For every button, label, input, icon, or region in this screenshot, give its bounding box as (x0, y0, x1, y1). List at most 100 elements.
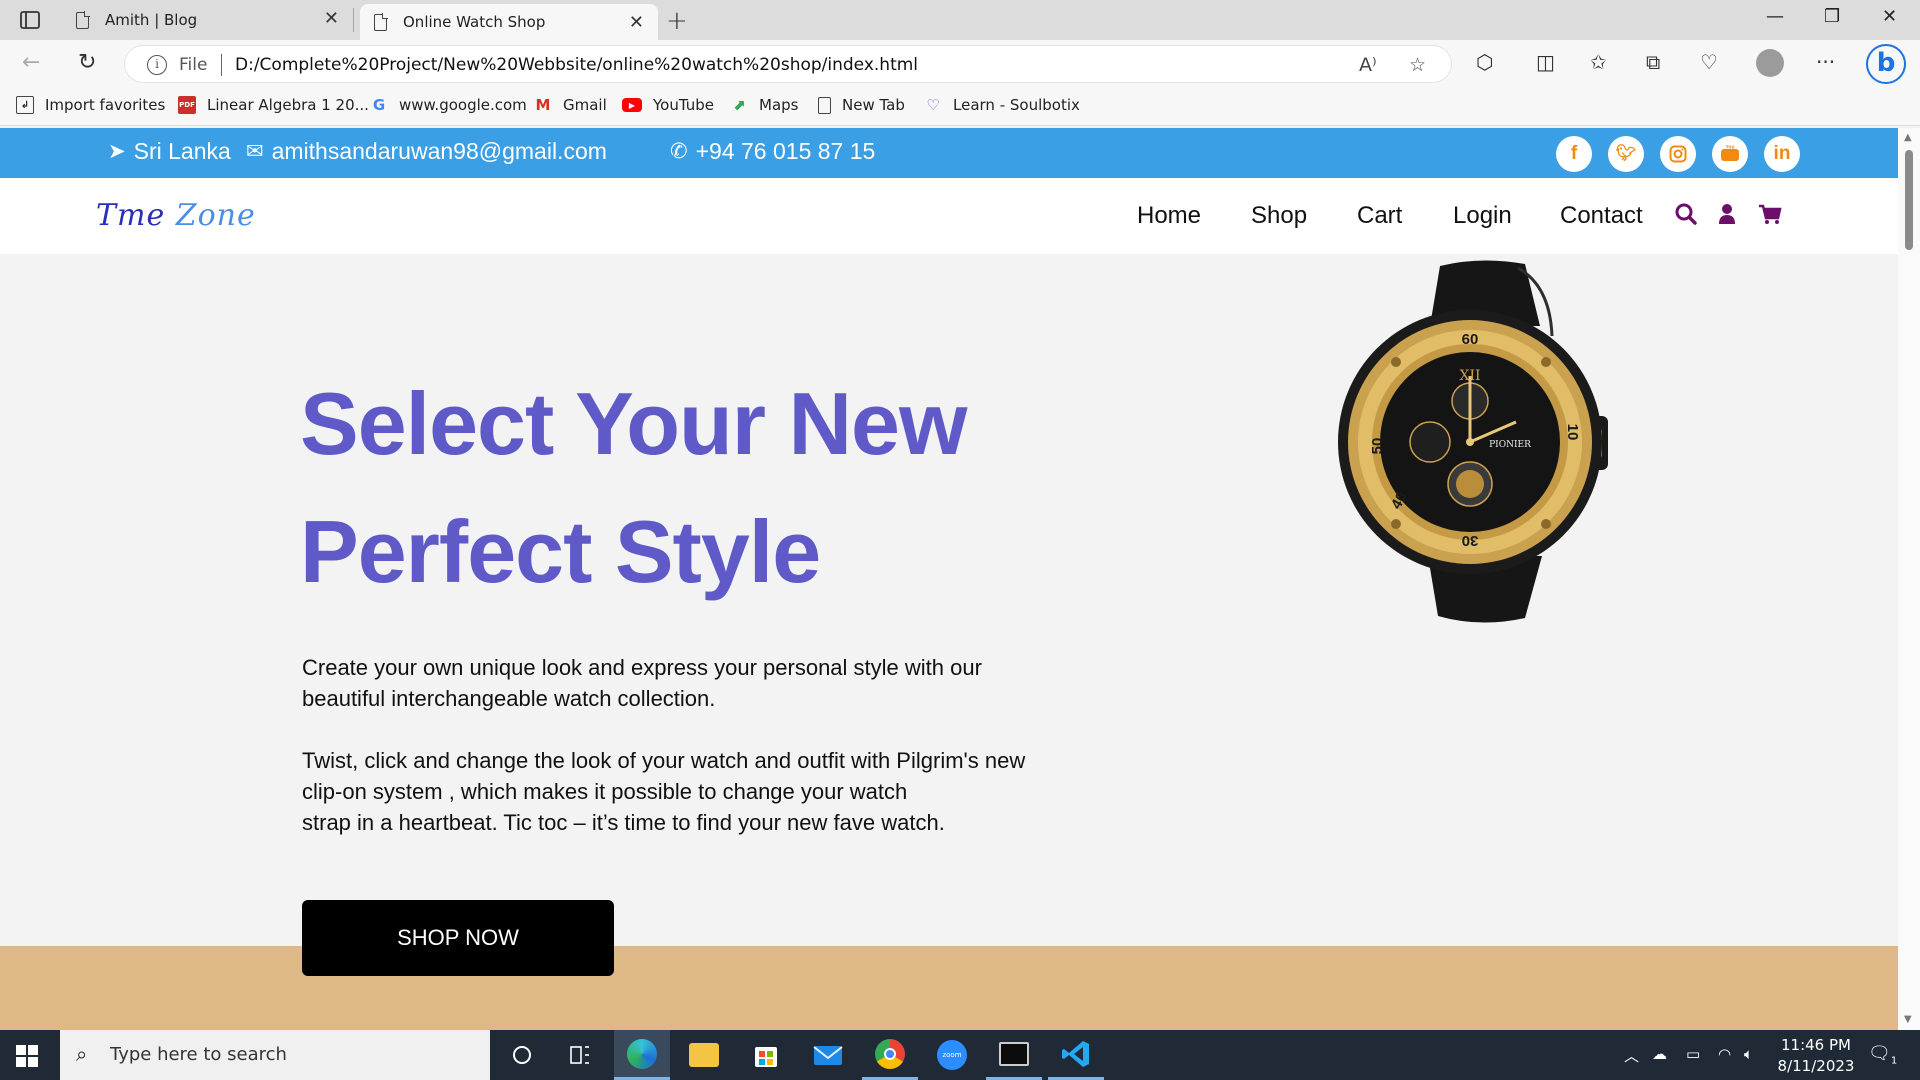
notification-count: 1 (1890, 1055, 1898, 1067)
collections-icon[interactable]: ⧉ (1646, 50, 1660, 74)
watch-numeral-60: 60 (1462, 331, 1479, 348)
clock-date: 8/11/2023 (1777, 1057, 1855, 1075)
edge-taskbar-icon[interactable] (614, 1030, 670, 1080)
shop-now-button[interactable]: SHOP NOW (302, 900, 614, 976)
bookmark-youtube[interactable]: ▶ YouTube (622, 96, 714, 114)
favorite-star-icon[interactable]: ☆ (1409, 54, 1426, 76)
taskbar-clock[interactable]: 11:46 PM 8/11/2023 (1768, 1035, 1864, 1077)
bookmark-new-tab[interactable]: New Tab (818, 96, 905, 114)
file-explorer-icon[interactable] (676, 1030, 732, 1080)
nav-home[interactable]: Home (1137, 202, 1201, 230)
url-text[interactable]: D:/Complete%20Project/New%20Webbsite/onl… (235, 55, 918, 75)
page-viewport: ➤ Sri Lanka ✉ amithsandaruwan98@gmail.co… (0, 128, 1898, 1030)
chrome-icon[interactable] (862, 1030, 918, 1080)
bookmark-maps[interactable]: ⬈ Maps (730, 96, 799, 114)
close-tab-icon[interactable]: ✕ (629, 12, 644, 33)
new-tab-button[interactable]: + (666, 6, 688, 36)
search-icon[interactable] (1674, 202, 1698, 230)
show-hidden-icons-icon[interactable]: ︿ (1624, 1045, 1639, 1066)
close-tab-icon[interactable]: ✕ (324, 8, 339, 29)
nav-login[interactable]: Login (1453, 202, 1512, 230)
scrollbar-thumb[interactable] (1905, 150, 1913, 250)
minimize-button[interactable]: — (1766, 6, 1784, 27)
refresh-button[interactable]: ↻ (78, 50, 96, 75)
page-scrollbar[interactable]: ▲ ▼ (1898, 128, 1920, 1030)
section-band (0, 946, 1898, 1030)
terminal-icon[interactable] (986, 1030, 1042, 1080)
location-item: ➤ Sri Lanka (108, 138, 231, 165)
phone-item[interactable]: ✆ +94 76 015 87 15 (670, 138, 875, 165)
contact-top-bar: ➤ Sri Lanka ✉ amithsandaruwan98@gmail.co… (0, 128, 1898, 178)
nav-shop[interactable]: Shop (1251, 202, 1307, 230)
performance-icon[interactable]: ♡ (1700, 50, 1718, 74)
hero-title: Select Your New Perfect Style (300, 360, 1100, 616)
more-options-icon[interactable]: ··· (1816, 50, 1835, 74)
search-icon: ⌕ (76, 1042, 88, 1066)
tab-actions-button[interactable] (14, 8, 46, 32)
bookmark-soulbotix[interactable]: ♡ Learn - Soulbotix (924, 96, 1080, 114)
notifications-icon[interactable]: 🗨︎1 (1868, 1043, 1897, 1067)
address-bar[interactable]: i File D:/Complete%20Project/New%20Webbs… (124, 45, 1452, 83)
taskbar-search[interactable]: ⌕ Type here to search (60, 1030, 490, 1080)
address-toolbar: ← ↻ i File D:/Complete%20Project/New%20W… (0, 40, 1920, 88)
import-icon: ↲ (16, 96, 34, 114)
vscode-icon[interactable] (1048, 1030, 1104, 1080)
logo-word-1: Tme (96, 198, 166, 233)
cortana-icon[interactable] (494, 1030, 550, 1080)
close-window-button[interactable]: ✕ (1882, 6, 1897, 27)
phone-icon: ✆ (670, 140, 688, 163)
extensions-icon[interactable]: ⬡ (1476, 50, 1493, 74)
instagram-icon[interactable] (1660, 136, 1696, 172)
volume-icon[interactable]: 🔈︎ (1744, 1045, 1753, 1063)
facebook-icon[interactable]: f (1556, 136, 1592, 172)
scroll-down-arrow-icon[interactable]: ▼ (1904, 1014, 1912, 1025)
bookmark-google[interactable]: G www.google.com (370, 96, 527, 114)
windows-start-icon[interactable] (16, 1045, 38, 1067)
task-view-icon[interactable] (552, 1030, 608, 1080)
wifi-icon[interactable]: ◠ (1718, 1045, 1731, 1063)
info-icon[interactable]: i (147, 55, 167, 75)
nav-cart[interactable]: Cart (1357, 202, 1402, 230)
tab-online-watch-shop[interactable]: Online Watch Shop ✕ (360, 4, 658, 40)
nav-contact[interactable]: Contact (1560, 202, 1643, 230)
tab-amith-blog[interactable]: Amith | Blog ✕ (62, 8, 354, 32)
read-aloud-icon[interactable]: A⁾ (1359, 54, 1377, 76)
hero-paragraph-1-line-1: Create your own unique look and express … (302, 655, 982, 680)
bing-chat-icon[interactable]: b (1866, 44, 1906, 84)
svg-text:You: You (1725, 145, 1734, 151)
restore-button[interactable]: ❐ (1824, 6, 1840, 27)
search-placeholder: Type here to search (110, 1044, 287, 1065)
location-text: Sri Lanka (133, 138, 231, 164)
bookmark-label: Gmail (563, 96, 607, 114)
hero-paragraph-2-line-2: clip-on system , which makes it possible… (302, 779, 908, 804)
profile-avatar[interactable] (1756, 49, 1784, 77)
linkedin-icon[interactable]: in (1764, 136, 1800, 172)
main-navbar: Tme Zone Home Shop Cart Login Contact (0, 178, 1898, 254)
bookmark-label: Import favorites (45, 96, 166, 114)
youtube-icon[interactable]: You (1712, 136, 1748, 172)
tab-title: Amith | Blog (105, 11, 198, 29)
user-icon[interactable] (1718, 202, 1736, 230)
bookmark-import-favorites[interactable]: ↲ Import favorites (16, 96, 165, 114)
maps-icon: ⬈ (732, 96, 746, 114)
hero-title-line-1: Select Your New (300, 374, 967, 473)
page-icon (818, 96, 831, 114)
mail-icon[interactable] (800, 1030, 856, 1080)
site-logo[interactable]: Tme Zone (96, 198, 256, 233)
email-item[interactable]: ✉ amithsandaruwan98@gmail.com (246, 138, 607, 165)
email-text: amithsandaruwan98@gmail.com (271, 138, 607, 164)
back-button[interactable]: ← (22, 50, 40, 75)
twitter-icon[interactable]: 🐦︎ (1608, 136, 1644, 172)
bookmark-label: YouTube (653, 96, 714, 114)
cart-icon[interactable] (1758, 202, 1782, 230)
onedrive-icon[interactable]: ☁ (1652, 1045, 1667, 1063)
bookmark-linear-algebra[interactable]: PDF Linear Algebra 1 20... (178, 96, 369, 114)
store-icon[interactable] (738, 1030, 794, 1080)
scroll-up-arrow-icon[interactable]: ▲ (1904, 132, 1912, 143)
hero-paragraph-2: Twist, click and change the look of your… (302, 745, 1102, 838)
favorites-icon[interactable]: ✩ (1590, 50, 1607, 74)
split-screen-icon[interactable]: ◫ (1536, 50, 1555, 74)
bookmark-gmail[interactable]: M Gmail (534, 96, 607, 114)
zoom-icon[interactable]: zoom (924, 1030, 980, 1080)
battery-icon[interactable]: ▭ (1686, 1045, 1700, 1063)
